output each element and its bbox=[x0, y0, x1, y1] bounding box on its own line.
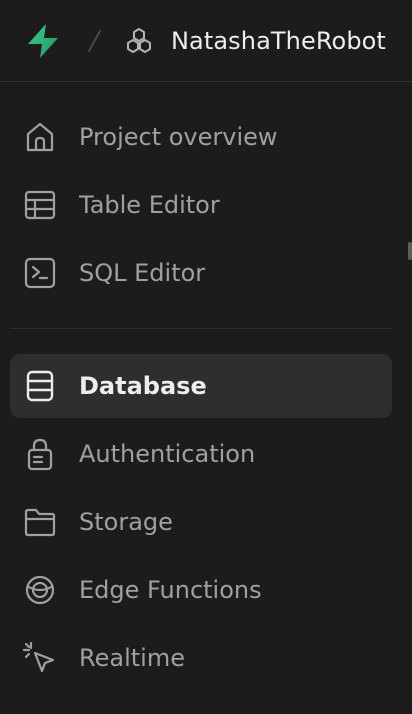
sidebar-item-project-overview[interactable]: Project overview bbox=[10, 105, 392, 169]
sidebar-item-label: Storage bbox=[79, 508, 173, 536]
database-icon bbox=[22, 368, 58, 404]
sidebar-app: NatashaTheRobot Project overview Table E… bbox=[0, 0, 412, 714]
sidebar-item-label: Authentication bbox=[79, 440, 256, 468]
folder-icon bbox=[22, 504, 58, 540]
scrollbar-thumb[interactable] bbox=[408, 242, 412, 260]
sidebar-item-storage[interactable]: Storage bbox=[10, 490, 392, 554]
sidebar-item-realtime[interactable]: Realtime bbox=[10, 626, 392, 690]
sidebar-item-label: Edge Functions bbox=[79, 576, 262, 604]
sidebar-item-authentication[interactable]: Authentication bbox=[10, 422, 392, 486]
sidebar-item-table-editor[interactable]: Table Editor bbox=[10, 173, 392, 237]
sidebar-item-label: Realtime bbox=[79, 644, 185, 672]
sidebar-divider bbox=[10, 328, 392, 329]
supabase-bolt-icon[interactable] bbox=[24, 22, 62, 60]
cubes-icon bbox=[125, 27, 153, 55]
terminal-icon bbox=[22, 255, 58, 291]
sidebar-item-sql-editor[interactable]: SQL Editor bbox=[10, 241, 392, 305]
globe-icon bbox=[22, 572, 58, 608]
home-icon bbox=[22, 119, 58, 155]
cursor-click-icon bbox=[22, 640, 58, 676]
table-icon bbox=[22, 187, 58, 223]
sidebar-item-database[interactable]: Database bbox=[10, 354, 392, 418]
sidebar-item-label: Table Editor bbox=[79, 191, 220, 219]
sidebar-item-label: Project overview bbox=[79, 123, 278, 151]
project-name[interactable]: NatashaTheRobot bbox=[171, 22, 386, 60]
breadcrumb-separator bbox=[84, 26, 104, 56]
sidebar-item-label: Database bbox=[79, 372, 207, 400]
top-bar: NatashaTheRobot bbox=[0, 0, 412, 82]
sidebar-item-label: SQL Editor bbox=[79, 259, 206, 287]
lock-icon bbox=[22, 436, 58, 472]
sidebar-item-edge-functions[interactable]: Edge Functions bbox=[10, 558, 392, 622]
